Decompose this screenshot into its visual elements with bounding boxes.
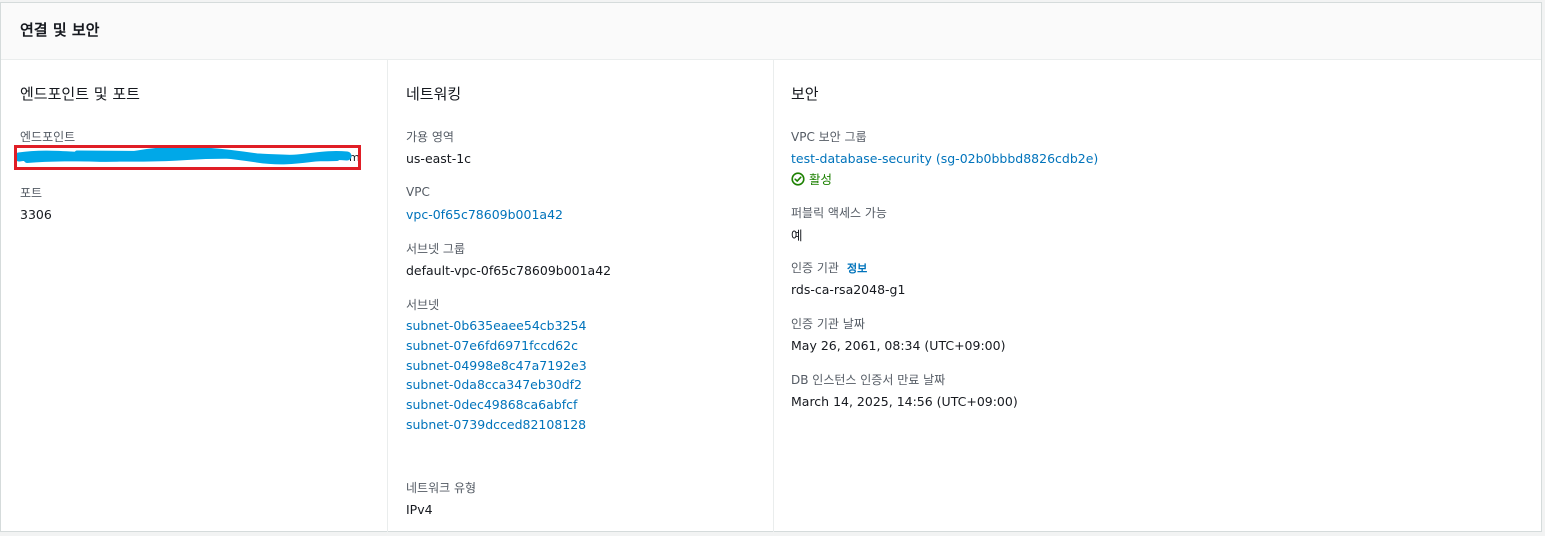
subnet-list: subnet-0b635eaee54cb3254 subnet-07e6fd69… <box>406 318 587 437</box>
subnet-link[interactable]: subnet-0da8cca347eb30df2 <box>406 377 587 397</box>
availability-zone-value: us-east-1c <box>406 151 472 166</box>
redaction-scribble <box>17 148 352 165</box>
port-value: 3306 <box>20 207 52 222</box>
subnets-label: 서브넷 <box>406 298 440 312</box>
port-label: 포트 <box>20 186 43 200</box>
cert-expiry-value: March 14, 2025, 14:56 (UTC+09:00) <box>791 394 1018 409</box>
cert-expiry-label: DB 인스턴스 인증서 만료 날짜 <box>791 373 946 387</box>
security-group-status: 활성 <box>791 169 832 188</box>
subnet-link[interactable]: subnet-04998e8c47a7192e3 <box>406 358 587 378</box>
subnet-link[interactable]: subnet-0b635eaee54cb3254 <box>406 318 587 338</box>
certificate-authority-value: rds-ca-rsa2048-g1 <box>791 282 906 297</box>
network-type-label: 네트워크 유형 <box>406 481 477 495</box>
subnet-link[interactable]: subnet-0739dcced82108128 <box>406 417 587 437</box>
subnet-link[interactable]: subnet-0dec49868ca6abfcf <box>406 397 587 417</box>
endpoint-port-column: 엔드포인트 및 포트 엔드포인트 d t b m 포트 3306 <box>1 60 387 532</box>
endpoint-value-highlight[interactable]: d t b m <box>14 145 361 170</box>
security-column: 보안 VPC 보안 그룹 test-database-security (sg-… <box>773 60 1533 532</box>
subnet-link[interactable]: subnet-07e6fd6971fccd62c <box>406 338 587 358</box>
availability-zone-label: 가용 영역 <box>406 130 454 144</box>
networking-column: 네트워킹 가용 영역 us-east-1c VPC vpc-0f65c78609… <box>387 60 773 532</box>
check-circle-icon <box>791 171 805 186</box>
ca-date-label: 인증 기관 날짜 <box>791 317 865 331</box>
public-access-value: 예 <box>791 228 803 243</box>
security-group-status-text: 활성 <box>809 172 833 187</box>
panel-header: 연결 및 보안 <box>1 3 1541 60</box>
subnet-group-value: default-vpc-0f65c78609b001a42 <box>406 263 612 278</box>
endpoint-label: 엔드포인트 <box>20 130 76 144</box>
endpoint-port-section-title: 엔드포인트 및 포트 <box>20 85 140 103</box>
panel-columns: 엔드포인트 및 포트 엔드포인트 d t b m 포트 3306 네트워킹 가용… <box>1 60 1541 532</box>
certificate-authority-label: 인증 기관 <box>791 261 839 275</box>
public-access-label: 퍼블릭 액세스 가능 <box>791 206 887 220</box>
certificate-authority-label-row: 인증 기관 정보 <box>791 259 867 276</box>
security-group-link[interactable]: test-database-security (sg-02b0bbbd8826c… <box>791 151 1098 166</box>
networking-section-title: 네트워킹 <box>406 85 462 103</box>
vpc-label: VPC <box>406 185 430 199</box>
vpc-link[interactable]: vpc-0f65c78609b001a42 <box>406 207 563 222</box>
certificate-authority-info-link[interactable]: 정보 <box>847 260 867 276</box>
network-type-value: IPv4 <box>406 502 433 517</box>
vpc-security-group-label: VPC 보안 그룹 <box>791 130 867 144</box>
connectivity-security-panel: 연결 및 보안 엔드포인트 및 포트 엔드포인트 d t b m 포트 3306 <box>0 2 1542 532</box>
ca-date-value: May 26, 2061, 08:34 (UTC+09:00) <box>791 338 1006 353</box>
subnet-group-label: 서브넷 그룹 <box>406 242 466 256</box>
security-section-title: 보안 <box>791 85 819 103</box>
panel-title: 연결 및 보안 <box>20 21 100 39</box>
